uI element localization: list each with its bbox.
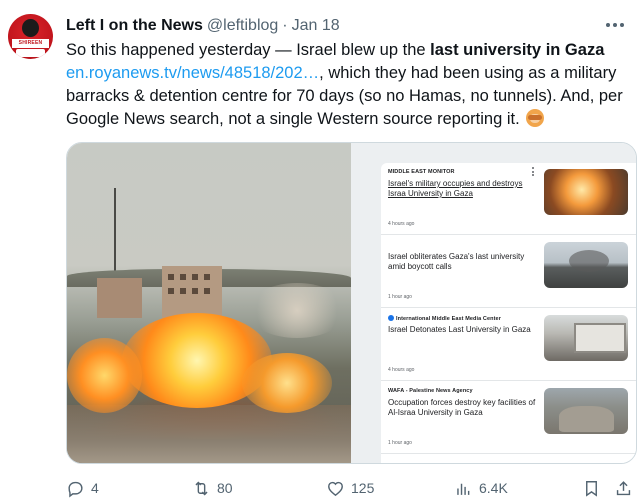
share-icon xyxy=(616,480,631,495)
bookmark-button[interactable] xyxy=(582,476,607,500)
news-headline: Occupation forces destroy key facilities… xyxy=(388,398,536,417)
kebab-menu-icon xyxy=(531,167,535,176)
rubble-thumbnail-icon xyxy=(544,388,628,434)
separator-dot: · xyxy=(282,17,288,34)
building-left xyxy=(97,278,142,318)
news-source-name: International Middle East Media Center xyxy=(396,316,501,322)
news-headline: Israel obliterates Gaza's last universit… xyxy=(388,252,525,271)
retweet-count: 80 xyxy=(217,480,233,496)
building-center xyxy=(162,266,222,318)
news-source: International Middle East Media Center xyxy=(388,315,501,322)
avatar[interactable]: SHIREEN ABUAKLEH xyxy=(8,14,53,59)
tweet-header: Left I on the News @leftiblog · Jan 18 xyxy=(66,14,340,38)
source-logo-icon xyxy=(388,315,394,321)
blast-left xyxy=(67,338,142,413)
news-time: 1 hour ago xyxy=(388,440,412,446)
tweet-text-part1: So this happened yesterday — Israel blew… xyxy=(66,41,431,59)
avatar-text: SHIREEN ABUAKLEH xyxy=(12,39,49,55)
reply-icon xyxy=(68,481,83,497)
smoke-cloud xyxy=(247,283,347,338)
reply-button[interactable]: 4 xyxy=(66,476,99,500)
tweet: SHIREEN ABUAKLEH Left I on the News @lef… xyxy=(0,0,639,500)
news-source: WAFA - Palestine News Agency xyxy=(388,388,473,394)
smoke-cityscape-thumbnail-icon xyxy=(544,242,628,288)
news-headline: Israel's military occupies and destroys … xyxy=(388,179,523,198)
news-item: Israel obliterates Gaza's last universit… xyxy=(381,236,636,308)
blast-right xyxy=(242,353,332,413)
news-source: MIDDLE EAST MONITOR xyxy=(388,169,455,175)
news-time: 1 hour ago xyxy=(388,294,412,300)
action-bar: 4 80 125 6.4K xyxy=(64,476,636,500)
news-item: WAFA - Palestine News Agency Occupation … xyxy=(381,382,636,454)
share-button[interactable] xyxy=(614,476,639,500)
like-button[interactable]: 125 xyxy=(326,476,374,500)
avatar-face xyxy=(22,19,39,37)
news-item: International Middle East Media Center I… xyxy=(381,309,636,381)
tweet-text: So this happened yesterday — Israel blew… xyxy=(66,39,632,131)
tweet-media[interactable]: MIDDLE EAST MONITOR Israel's military oc… xyxy=(66,142,637,464)
building-thumbnail-icon xyxy=(544,315,628,361)
news-time: 4 hours ago xyxy=(388,221,415,227)
bookmark-icon xyxy=(586,480,597,497)
news-headline: Israel Detonates Last University in Gaza xyxy=(388,325,531,334)
tweet-link[interactable]: en.royanews.tv/news/48518/202… xyxy=(66,64,319,82)
news-time: 4 hours ago xyxy=(388,367,415,373)
tweet-date[interactable]: Jan 18 xyxy=(292,17,340,35)
news-screenshot[interactable]: MIDDLE EAST MONITOR Israel's military oc… xyxy=(351,143,636,463)
explosion-photo[interactable] xyxy=(67,143,351,463)
author-name[interactable]: Left I on the News xyxy=(66,17,203,35)
avatar-base xyxy=(16,49,45,57)
views-count: 6.4K xyxy=(479,480,508,496)
reply-count: 4 xyxy=(91,480,99,496)
news-item: MIDDLE EAST MONITOR Israel's military oc… xyxy=(381,163,636,235)
more-options-icon[interactable] xyxy=(602,15,628,35)
views-chart-icon xyxy=(457,483,470,495)
views-button[interactable]: 6.4K xyxy=(454,476,508,500)
ground xyxy=(67,405,351,463)
retweet-button[interactable]: 80 xyxy=(192,476,233,500)
like-count: 125 xyxy=(351,480,375,496)
retweet-icon xyxy=(195,481,208,495)
author-handle[interactable]: @leftiblog xyxy=(207,17,278,35)
explosion-thumbnail-icon xyxy=(544,169,628,215)
see-no-evil-monkey-icon xyxy=(526,109,545,127)
heart-icon xyxy=(328,481,343,496)
news-results-card: MIDDLE EAST MONITOR Israel's military oc… xyxy=(381,163,636,463)
tweet-text-bold: last university in Gaza xyxy=(430,41,605,59)
